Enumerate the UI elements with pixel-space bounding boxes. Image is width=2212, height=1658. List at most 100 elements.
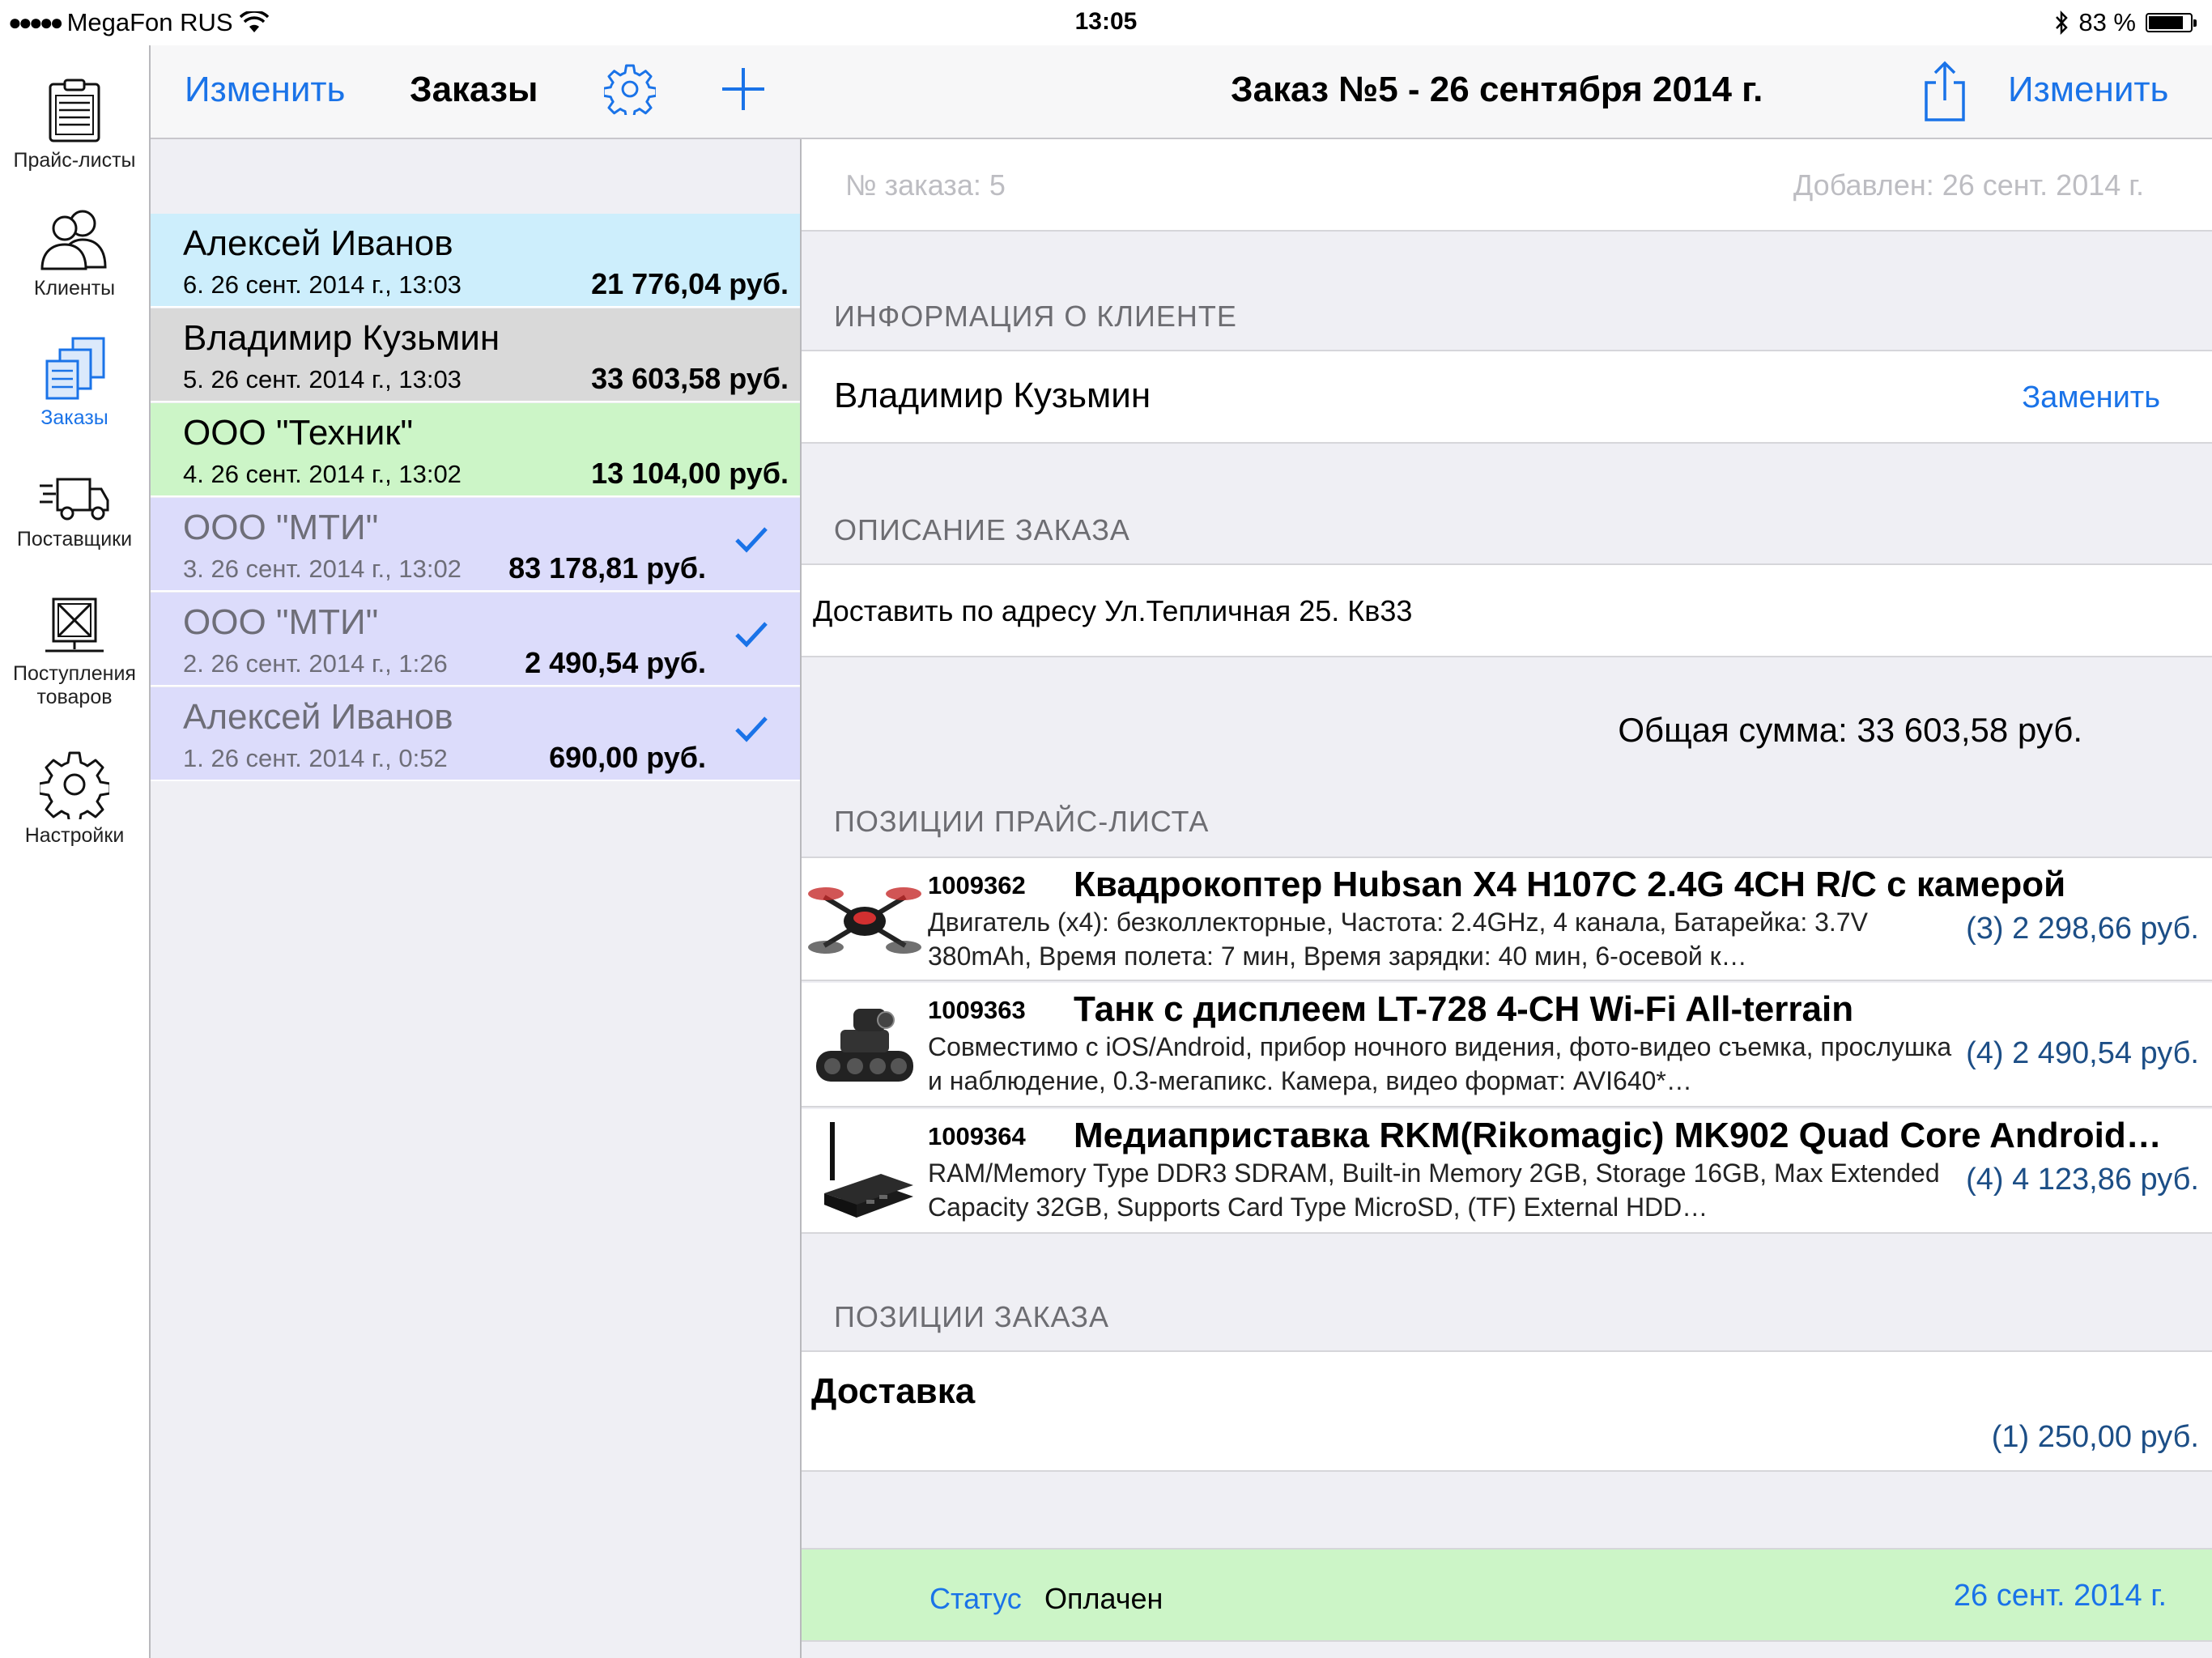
order-client-name: ООО "МТИ" [183, 508, 379, 547]
product-price: (4) 2 490,54 руб. [1966, 1036, 2199, 1070]
order-meta: 1. 26 сент. 2014 г., 0:52 [183, 744, 448, 772]
tab-label: Клиенты [33, 277, 116, 300]
price-list-items-header: ПОЗИЦИИ ПРАЙС-ЛИСТА [834, 805, 1210, 838]
order-row[interactable]: ООО "Техник" 4. 26 сент. 2014 г., 13:02 … [151, 403, 800, 497]
order-sum: 83 178,81 руб. [508, 551, 706, 585]
tab-label-line2: товаров [36, 686, 113, 708]
order-item-section[interactable]: Доставка (1) 250,00 руб. [802, 1350, 2212, 1472]
checkmark-icon [735, 527, 768, 553]
product-description: Совместимо с iOS/Android, прибор ночного… [928, 1032, 1952, 1095]
order-row[interactable]: Алексей Иванов 1. 26 сент. 2014 г., 0:52… [151, 687, 800, 781]
client-section: Владимир Кузьмин Заменить [802, 350, 2212, 444]
order-sum: 13 104,00 руб. [591, 457, 789, 490]
order-client-name: ООО "Техник" [183, 413, 414, 453]
product-sku: 1009364 [928, 1122, 1026, 1150]
order-meta: 6. 26 сент. 2014 г., 13:03 [183, 270, 462, 299]
order-sum: 2 490,54 руб. [525, 646, 706, 679]
checkmark-icon [735, 622, 768, 648]
product-title: Медиаприставка RKM(Rikomagic) MK902 Quad… [1074, 1116, 2162, 1155]
product-sku: 1009363 [928, 996, 1026, 1024]
tab-label: Заказы [40, 406, 108, 429]
client-name: Владимир Кузьмин [834, 376, 1151, 415]
tab-label: Прайс-листы [13, 149, 136, 172]
product-row[interactable]: 1009363 Танк с дисплеем LT-728 4-CH Wi-F… [802, 983, 2212, 1107]
battery-fill [2149, 16, 2183, 29]
order-added-date: Добавлен: 26 сент. 2014 г. [1793, 168, 2144, 202]
order-title: Заказ №5 - 26 сентября 2014 г. [1231, 70, 1763, 109]
order-number: № заказа: 5 [845, 168, 1006, 202]
product-title: Танк с дисплеем LT-728 4-CH Wi-Fi All-te… [1074, 989, 1854, 1029]
tab-label: Настройки [24, 824, 125, 847]
product-price: (3) 2 298,66 руб. [1966, 912, 2199, 946]
add-order-icon[interactable] [717, 63, 769, 115]
tab-rail: Прайс-листы Клиенты Заказы Поставщики По… [0, 45, 151, 1658]
order-row[interactable]: ООО "МТИ" 2. 26 сент. 2014 г., 1:26 2 49… [151, 593, 800, 687]
replace-client-button[interactable]: Заменить [2022, 380, 2160, 415]
order-meta: 2. 26 сент. 2014 г., 1:26 [183, 649, 448, 678]
goods-box-icon [45, 597, 104, 653]
status-right: 83 % [2054, 8, 2197, 37]
order-item-price: (1) 250,00 руб. [1991, 1420, 2199, 1454]
clipboard-list-icon [49, 79, 100, 142]
status-row[interactable]: Статус Оплачен 26 сент. 2014 г. [802, 1548, 2212, 1642]
checkmark-icon [735, 716, 768, 742]
edit-orders-button[interactable]: Изменить [185, 70, 345, 110]
order-meta: 3. 26 сент. 2014 г., 13:02 [183, 555, 462, 583]
tab-goods-receipts[interactable]: Поступления товаров [0, 596, 149, 709]
order-row[interactable]: Алексей Иванов 6. 26 сент. 2014 г., 13:0… [151, 214, 800, 308]
status-value: Оплачен [1044, 1582, 1163, 1615]
product-price: (4) 4 123,86 руб. [1966, 1163, 2199, 1197]
orders-nav-bar: Изменить Заказы [151, 45, 802, 139]
product-description: RAM/Memory Type DDR3 SDRAM, Built-in Mem… [928, 1158, 1940, 1222]
edit-order-button[interactable]: Изменить [2008, 70, 2168, 110]
product-row[interactable]: 1009362 Квадрокоптер Hubsan X4 H107C 2.4… [802, 857, 2212, 981]
quadcopter-image [808, 865, 921, 978]
description-section: Доставить по адресу Ул.Тепличная 25. Кв3… [802, 563, 2212, 657]
order-row[interactable]: ООО "МТИ" 3. 26 сент. 2014 г., 13:02 83 … [151, 498, 800, 592]
users-icon [40, 210, 107, 270]
orders-list-panel: Изменить Заказы Алексей Иванов 6. 26 сен… [151, 45, 802, 1658]
order-meta: 5. 26 сент. 2014 г., 13:03 [183, 365, 462, 393]
share-icon[interactable] [1921, 60, 1968, 123]
product-description: Двигатель (x4): безколлекторные, Частота… [928, 908, 1868, 971]
product-sku: 1009362 [928, 871, 1026, 899]
client-info-header: ИНФОРМАЦИЯ О КЛИЕНТЕ [834, 300, 1237, 333]
orders-title: Заказы [410, 70, 538, 109]
order-item-title: Доставка [811, 1371, 976, 1411]
status-date: 26 сент. 2014 г. [1953, 1579, 2167, 1613]
tab-clients[interactable]: Клиенты [0, 206, 149, 300]
order-sum: 33 603,58 руб. [591, 362, 789, 395]
tab-label-line1: Поступления [13, 662, 136, 685]
tab-suppliers[interactable]: Поставщики [0, 474, 149, 551]
order-sum: 690,00 руб. [549, 741, 706, 774]
detail-nav-bar: Заказ №5 - 26 сентября 2014 г. Изменить [802, 45, 2212, 139]
tab-orders[interactable]: Заказы [0, 335, 149, 430]
delivery-truck-icon [40, 478, 109, 521]
bluetooth-icon [2056, 11, 2069, 35]
tab-label: Поставщики [16, 528, 133, 551]
description-header: ОПИСАНИЕ ЗАКАЗА [834, 513, 1130, 546]
status-label: Статус [929, 1582, 1022, 1615]
product-row[interactable]: 1009364 Медиаприставка RKM(Rikomagic) MK… [802, 1109, 2212, 1234]
order-client-name: Алексей Иванов [183, 697, 453, 737]
tab-settings[interactable]: Настройки [0, 750, 149, 848]
order-row[interactable]: Владимир Кузьмин 5. 26 сент. 2014 г., 13… [151, 308, 800, 402]
order-items-header: ПОЗИЦИИ ЗАКАЗА [834, 1300, 1109, 1333]
battery-icon [2146, 13, 2197, 32]
media-box-image [808, 1116, 921, 1229]
order-client-name: Алексей Иванов [183, 223, 453, 263]
order-total: Общая сумма: 33 603,58 руб. [1618, 711, 2082, 749]
orders-stack-icon [45, 337, 105, 400]
product-title: Квадрокоптер Hubsan X4 H107C 2.4G 4CH R/… [1074, 865, 2066, 904]
tank-image [808, 989, 921, 1103]
status-bar: ●●●●● MegaFon RUS 13:05 83 % [0, 0, 2212, 45]
tab-price-lists[interactable]: Прайс-листы [0, 78, 149, 172]
order-client-name: Владимир Кузьмин [183, 318, 500, 358]
settings-gear-icon[interactable] [604, 63, 656, 115]
battery-percent: 83 % [2078, 8, 2136, 36]
order-meta-section: № заказа: 5 Добавлен: 26 сент. 2014 г. [802, 139, 2212, 232]
order-meta: 4. 26 сент. 2014 г., 13:02 [183, 460, 462, 488]
order-client-name: ООО "МТИ" [183, 602, 379, 642]
gear-icon [40, 751, 109, 819]
order-detail-panel: Заказ №5 - 26 сентября 2014 г. Изменить … [802, 45, 2212, 1658]
